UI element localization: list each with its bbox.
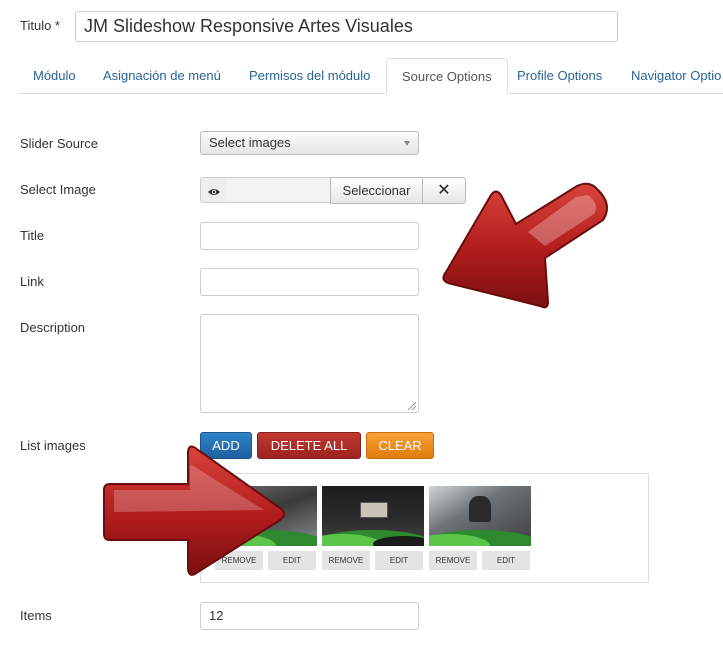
arrow-icon bbox=[103, 445, 285, 576]
arrow-icon bbox=[442, 182, 608, 309]
annotation-arrows bbox=[103, 182, 608, 576]
